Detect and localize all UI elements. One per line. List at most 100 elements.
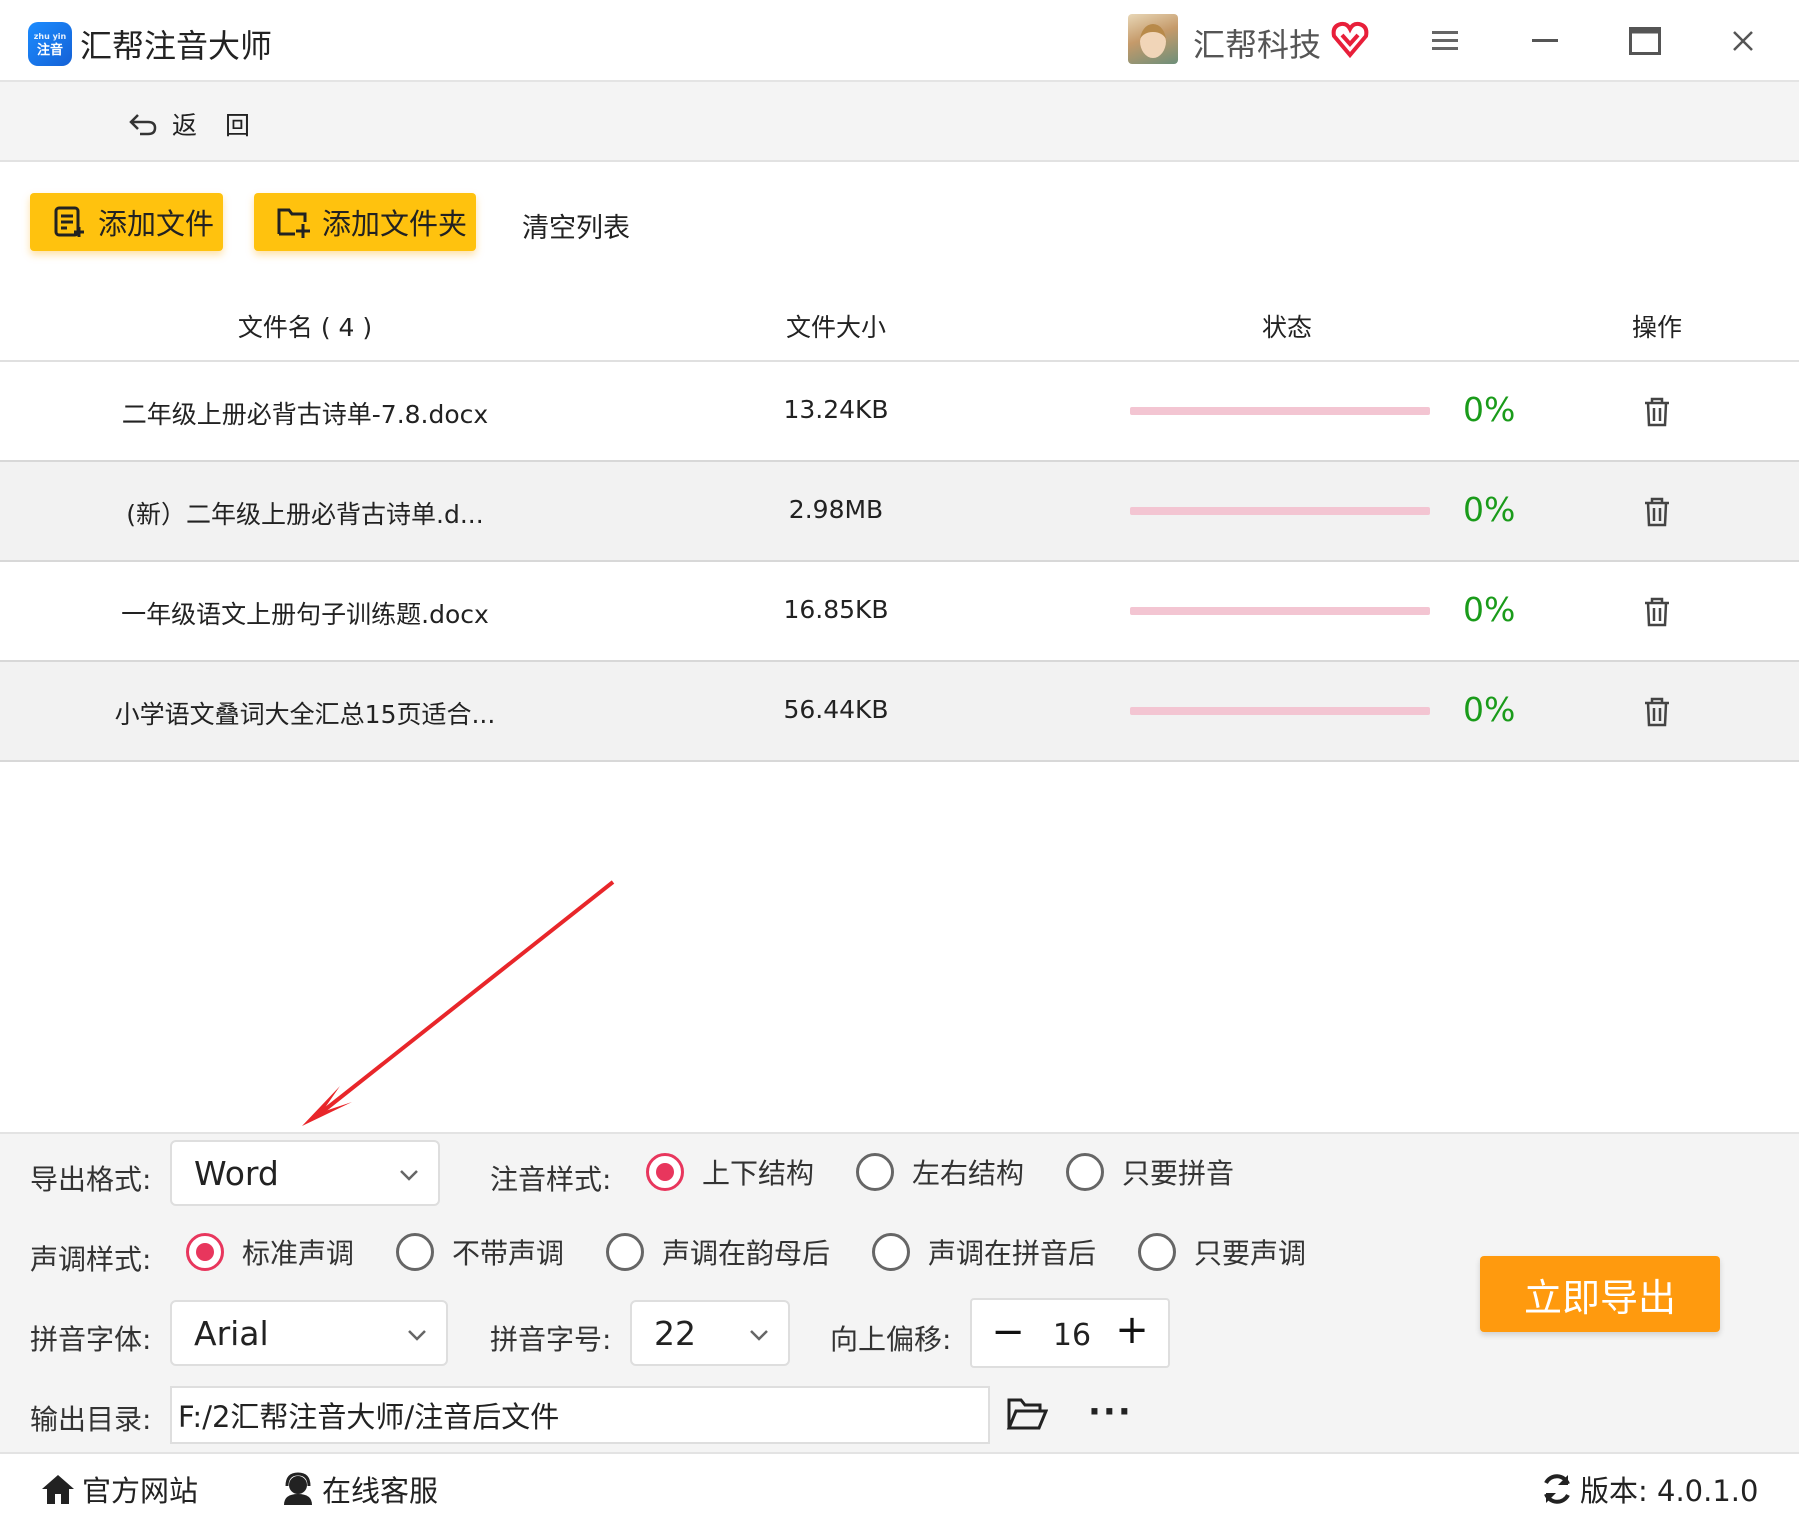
file-name: 小学语文叠词大全汇总15页适合... [114, 700, 496, 729]
progress-percent: 0% [1463, 490, 1516, 529]
table-row[interactable]: (新）二年级上册必背古诗单.d... 2.98MB 0% [0, 462, 1799, 562]
radio-annotation-pinyin-only[interactable]: 只要拼音 [1066, 1152, 1234, 1192]
radio-tone-none[interactable]: 不带声调 [396, 1232, 564, 1272]
close-button[interactable] [1718, 16, 1768, 66]
offset-value[interactable]: 16 [1042, 1318, 1102, 1353]
trash-icon[interactable] [1642, 596, 1672, 628]
radio-tone-standard[interactable]: 标准声调 [186, 1232, 354, 1272]
user-name[interactable]: 汇帮科技 [1193, 20, 1321, 66]
progress-percent: 0% [1463, 590, 1516, 629]
home-icon [42, 1475, 74, 1504]
file-size: 56.44KB [783, 695, 889, 724]
pinyin-size-value: 22 [654, 1313, 696, 1353]
radio-tone-after-final[interactable]: 声调在韵母后 [606, 1232, 830, 1272]
back-label: 返 回 [172, 111, 260, 140]
radio-tone-only[interactable]: 只要声调 [1138, 1232, 1306, 1272]
app-title: 汇帮注音大师 [80, 27, 273, 65]
pinyin-font-label: 拼音字体: [30, 1323, 152, 1356]
header-status: 状态 [1261, 313, 1313, 342]
radio-button-icon [396, 1233, 434, 1271]
export-now-button[interactable]: 立即导出 [1480, 1256, 1720, 1332]
radio-annotation-top-bottom[interactable]: 上下结构 [646, 1152, 814, 1192]
trash-icon[interactable] [1642, 696, 1672, 728]
file-size: 13.24KB [783, 395, 889, 424]
add-file-button[interactable]: 添加文件 [30, 193, 223, 251]
radio-tone-after-pinyin[interactable]: 声调在拼音后 [872, 1232, 1096, 1272]
back-arrow-icon [129, 114, 157, 136]
header-filename: 文件名 ( 4 ) [237, 313, 373, 342]
file-name: (新）二年级上册必背古诗单.d... [126, 500, 484, 529]
minimize-icon [1532, 39, 1558, 42]
minimize-button[interactable] [1520, 16, 1570, 66]
chevron-down-icon [750, 1330, 768, 1341]
official-website-link[interactable]: 官方网站 [40, 1468, 198, 1510]
back-button[interactable]: 返 回 [128, 106, 260, 142]
user-avatar[interactable] [1128, 14, 1178, 64]
table-row[interactable]: 小学语文叠词大全汇总15页适合... 56.44KB 0% [0, 662, 1799, 762]
radio-button-icon [1138, 1233, 1176, 1271]
table-row[interactable]: 二年级上册必背古诗单-7.8.docx 13.24KB 0% [0, 362, 1799, 462]
back-bar: 返 回 [0, 82, 1799, 162]
export-format-label: 导出格式: [30, 1163, 152, 1196]
output-dir-field[interactable]: F:/2汇帮注音大师/注音后文件 [170, 1386, 990, 1444]
offset-label: 向上偏移: [830, 1323, 952, 1356]
pinyin-size-label: 拼音字号: [490, 1323, 612, 1356]
tone-style-label: 声调样式: [30, 1243, 152, 1276]
progress-bar [1130, 707, 1430, 715]
settings-panel: 导出格式: Word 注音样式: 上下结构 左右结构 只要拼音 声调样式: 标准… [0, 1132, 1799, 1452]
progress-percent: 0% [1463, 390, 1516, 429]
pinyin-font-select[interactable]: Arial [170, 1300, 448, 1366]
radio-button-icon [186, 1233, 224, 1271]
radio-button-icon [856, 1153, 894, 1191]
increment-button[interactable]: + [1110, 1310, 1154, 1354]
add-folder-label: 添加文件夹 [322, 207, 468, 241]
app-logo: zhu yin 注音 [28, 22, 72, 66]
title-bar: zhu yin 注音 汇帮注音大师 汇帮科技 [0, 0, 1799, 82]
radio-annotation-left-right[interactable]: 左右结构 [856, 1152, 1024, 1192]
offset-stepper: − 16 + [970, 1298, 1170, 1368]
folder-open-icon[interactable] [1006, 1394, 1048, 1434]
hamburger-icon [1432, 31, 1458, 50]
decrement-button[interactable]: − [988, 1312, 1028, 1356]
clear-list-button[interactable]: 清空列表 [522, 206, 630, 245]
trash-icon[interactable] [1642, 396, 1672, 428]
file-name: 二年级上册必背古诗单-7.8.docx [121, 400, 489, 429]
menu-button[interactable] [1420, 16, 1470, 66]
file-name: 一年级语文上册句子训练题.docx [121, 600, 489, 629]
progress-percent: 0% [1463, 690, 1516, 729]
online-service-link[interactable]: 在线客服 [280, 1468, 438, 1510]
table-row[interactable]: 一年级语文上册句子训练题.docx 16.85KB 0% [0, 562, 1799, 662]
radio-button-icon [606, 1233, 644, 1271]
more-options-button[interactable]: ··· [1088, 1392, 1133, 1432]
chevron-down-icon [400, 1170, 418, 1181]
add-folder-icon [277, 208, 310, 238]
header-filesize: 文件大小 [785, 313, 887, 342]
add-file-label: 添加文件 [98, 207, 215, 241]
file-table-header: 文件名 ( 4 ) 文件大小 状态 操作 [0, 290, 1799, 362]
version-info[interactable]: 版本: 4.0.1.0 [1540, 1468, 1758, 1510]
footer: 官方网站 在线客服 版本: 4.0.1.0 [0, 1452, 1799, 1519]
pinyin-font-value: Arial [194, 1313, 269, 1353]
pinyin-size-select[interactable]: 22 [630, 1300, 790, 1366]
header-action: 操作 [1631, 313, 1683, 342]
maximize-button[interactable] [1620, 16, 1670, 66]
file-size: 16.85KB [783, 595, 889, 624]
radio-button-icon [1066, 1153, 1104, 1191]
file-size: 2.98MB [788, 495, 884, 524]
add-folder-button[interactable]: 添加文件夹 [254, 193, 476, 251]
annotation-style-label: 注音样式: [490, 1163, 612, 1196]
trash-icon[interactable] [1642, 496, 1672, 528]
progress-bar [1130, 407, 1430, 415]
close-icon [1733, 31, 1753, 51]
vip-heart-icon[interactable] [1330, 20, 1370, 58]
progress-bar [1130, 607, 1430, 615]
export-format-select[interactable]: Word [170, 1140, 440, 1206]
radio-button-icon [646, 1153, 684, 1191]
maximize-icon [1629, 27, 1661, 55]
add-file-icon [54, 206, 84, 237]
export-format-value: Word [194, 1153, 279, 1193]
radio-button-icon [872, 1233, 910, 1271]
chevron-down-icon [408, 1330, 426, 1341]
refresh-icon [1544, 1474, 1570, 1504]
progress-bar [1130, 507, 1430, 515]
